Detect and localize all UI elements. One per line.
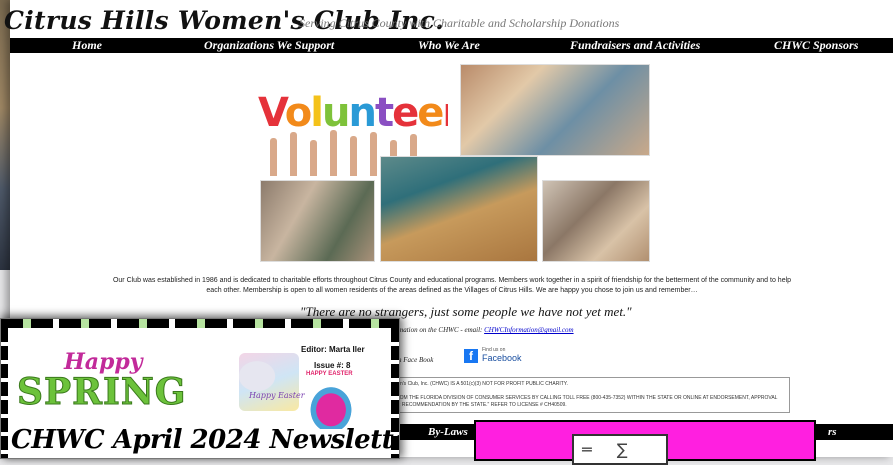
charity-notice: men's Club, Inc. (CHWC) IS A 501(c)(3) N… xyxy=(390,377,790,413)
easter-egg-image xyxy=(305,381,357,429)
nav-who-we-are[interactable]: Who We Are xyxy=(418,38,480,53)
hero-collage: Volunteer xyxy=(252,64,650,262)
facebook-icon: f xyxy=(464,349,478,363)
vol-letter: n xyxy=(348,90,377,136)
nav-home[interactable]: Home xyxy=(72,38,102,53)
nav-bylaws[interactable]: By-Laws xyxy=(428,426,468,438)
facebook-badge[interactable]: f Find us on Facebook xyxy=(464,346,524,366)
photo-senior-friends xyxy=(542,180,650,262)
main-nav: Home Organizations We Support Who We Are… xyxy=(10,38,893,53)
nav-sponsors[interactable]: CHWC Sponsors xyxy=(774,38,858,53)
vol-letter: u xyxy=(321,90,351,136)
info-prefix: formation on the CHWC - email: xyxy=(390,326,483,334)
nav-fundraisers-fragment[interactable]: rs xyxy=(828,426,837,438)
vol-letter: e xyxy=(392,90,419,136)
photo-group-tablet xyxy=(260,180,375,262)
nav-fundraisers[interactable]: Fundraisers and Activities xyxy=(570,38,700,53)
newsletter-title: CHWC April 2024 Newsletter xyxy=(11,425,400,455)
photo-ladies-laughing xyxy=(460,64,650,156)
magenta-banner: ═ ∑ xyxy=(474,420,816,465)
newsletter-window[interactable]: Editor: Marta Iler Issue #: 8 Happy SPRI… xyxy=(0,318,400,459)
vol-letter: r xyxy=(442,90,448,136)
vol-letter: V xyxy=(258,90,287,136)
banner-logo-mark: ═ ∑ xyxy=(582,440,638,459)
raised-hand xyxy=(310,140,317,176)
banner-inner-logo: ═ ∑ xyxy=(572,434,668,465)
site-tagline: Serving Citrus County with Charitable an… xyxy=(299,16,620,30)
background-window-sliver xyxy=(0,0,10,270)
info-line: formation on the CHWC - email: CHWCInfor… xyxy=(390,326,574,334)
site-header: Citrus Hills Women's Club Inc. Serving C… xyxy=(4,0,893,38)
club-intro: Our Club was established in 1986 and is … xyxy=(112,277,792,294)
newsletter-issue: Issue #: 8 xyxy=(314,361,351,370)
notice-line-2: FROM THE FLORIDA DIVISION OF CONSUMER SE… xyxy=(393,395,778,408)
easter-bunny-image xyxy=(239,353,299,411)
raised-hand xyxy=(370,132,377,176)
nav-organizations[interactable]: Organizations We Support xyxy=(204,38,334,53)
happy-spring-spring: SPRING xyxy=(16,371,187,414)
newsletter-border-top xyxy=(1,319,399,328)
facebook-badge-big: Facebook xyxy=(482,353,522,363)
raised-hand xyxy=(330,130,337,176)
newsletter-editor: Editor: Marta Iler xyxy=(301,345,365,354)
notice-line-1: men's Club, Inc. (CHWC) IS A 501(c)(3) N… xyxy=(393,381,568,387)
raised-hand xyxy=(270,138,277,176)
photo-donation-box xyxy=(380,156,538,262)
vol-letter: e xyxy=(417,90,444,136)
vol-letter: l xyxy=(310,90,324,136)
raised-hand xyxy=(350,136,357,176)
vol-letter: t xyxy=(374,90,394,136)
newsletter-border-left xyxy=(1,328,8,458)
volunteer-word: Volunteer xyxy=(258,90,448,136)
raised-hand xyxy=(290,132,297,176)
email-link[interactable]: CHWCInformation@gmail.com xyxy=(484,326,573,334)
easter-label: HAPPY EASTER xyxy=(306,371,353,377)
bunny-caption: Happy Easter xyxy=(249,391,305,400)
vol-letter: o xyxy=(284,90,313,136)
